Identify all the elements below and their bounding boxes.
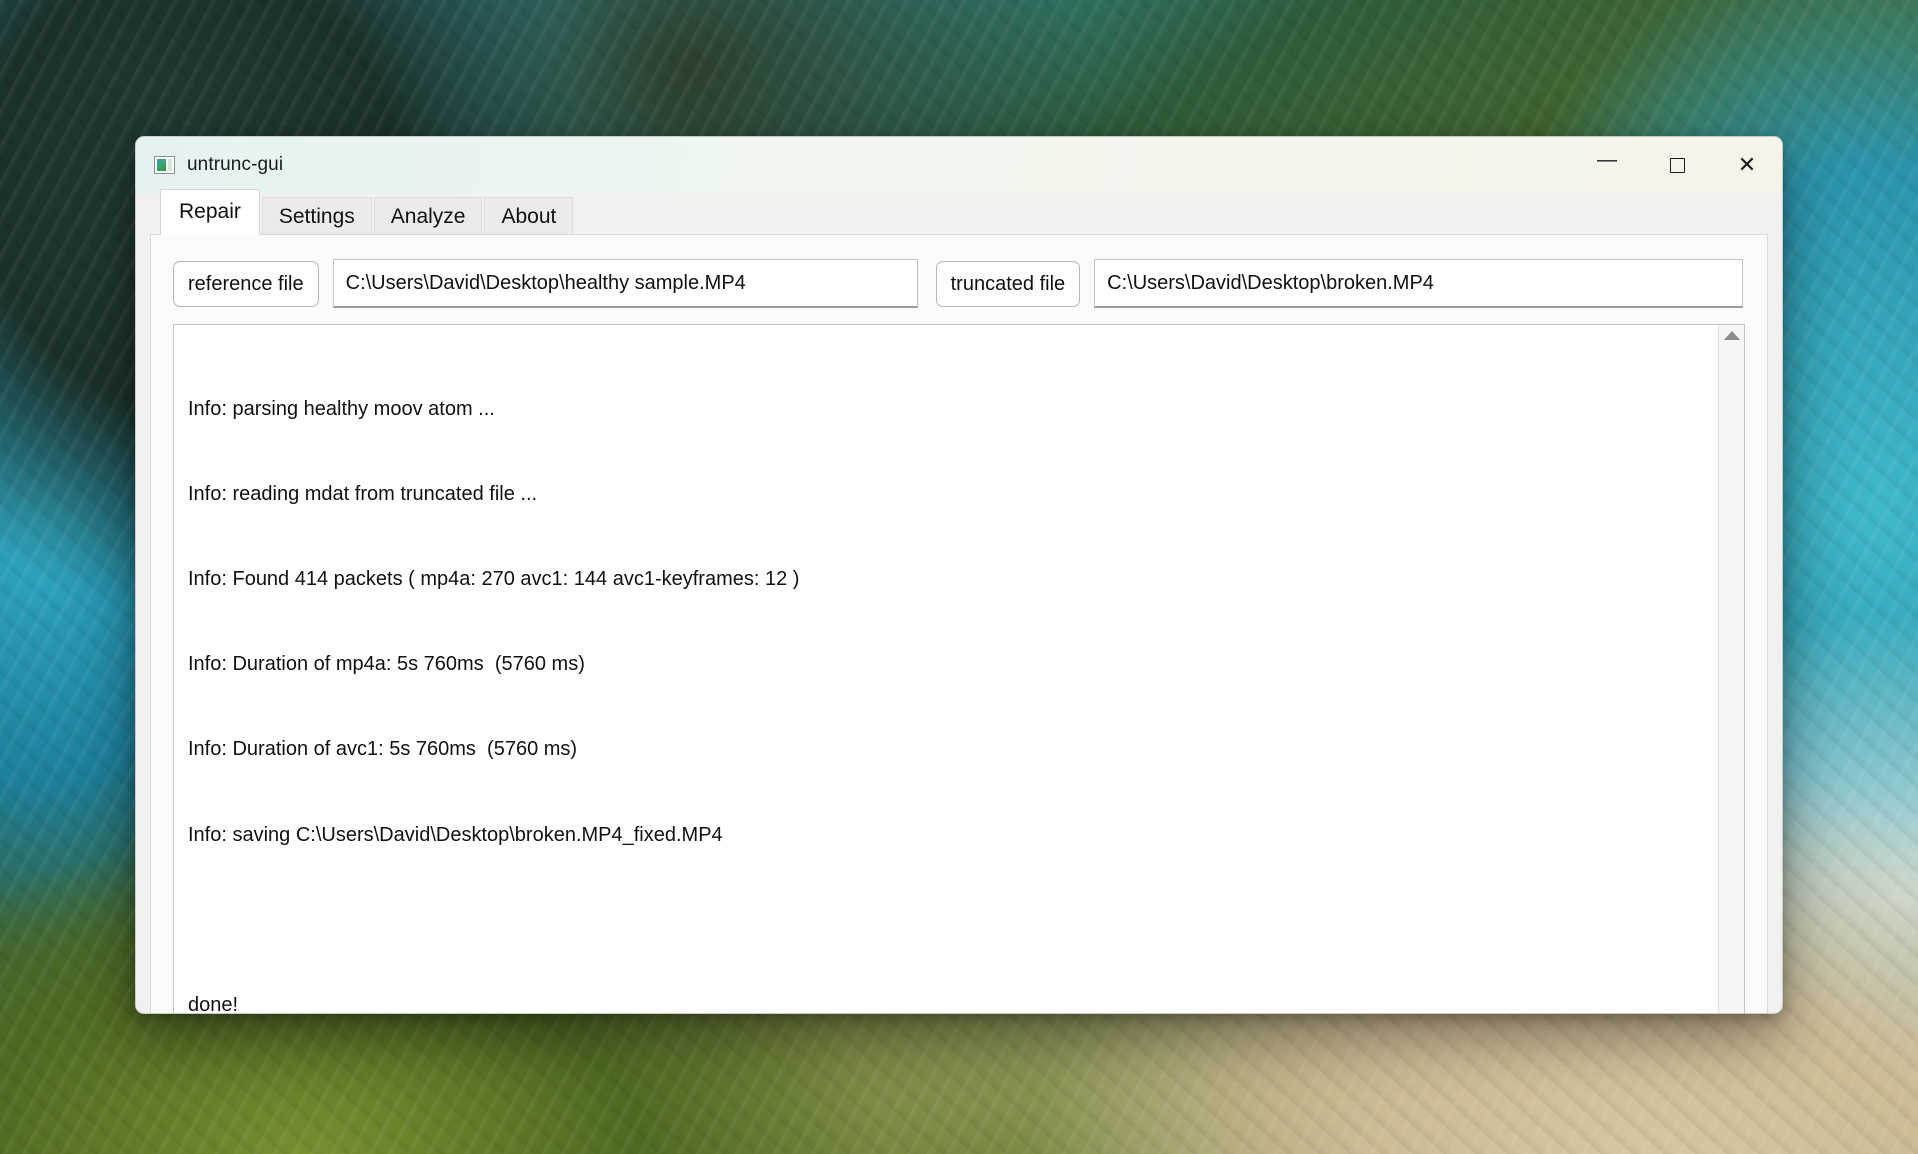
window-controls: — ✕	[1572, 137, 1782, 193]
log-text[interactable]: Info: parsing healthy moov atom ... Info…	[174, 325, 1718, 1014]
desktop-wallpaper: untrunc-gui — ✕ Repair	[0, 0, 1918, 1154]
application-window: untrunc-gui — ✕ Repair	[135, 136, 1783, 1014]
repair-tab-panel: reference file C:\Users\David\Desktop\he…	[150, 234, 1768, 1014]
reference-file-button[interactable]: reference file	[173, 261, 319, 307]
app-window-icon	[154, 156, 175, 174]
truncated-file-button[interactable]: truncated file	[936, 261, 1081, 307]
log-line: done!	[188, 991, 1704, 1014]
window-title: untrunc-gui	[187, 154, 283, 176]
truncated-file-path-input[interactable]: C:\Users\David\Desktop\broken.MP4	[1094, 259, 1743, 308]
scrollbar-track[interactable]	[1719, 340, 1744, 1014]
log-line: Info: Duration of mp4a: 5s 760ms (5760 m…	[188, 650, 1704, 678]
tab-analyze-label: Analyze	[391, 205, 466, 228]
tab-strip: Repair Settings Analyze About	[150, 193, 1768, 235]
tab-about-label: About	[501, 205, 556, 228]
tab-analyze[interactable]: Analyze	[374, 197, 483, 237]
log-line: Info: Found 414 packets ( mp4a: 270 avc1…	[188, 565, 1704, 593]
log-line-blank	[188, 906, 1704, 934]
reference-file-group: reference file C:\Users\David\Desktop\he…	[173, 259, 918, 308]
tab-repair[interactable]: Repair	[160, 189, 260, 235]
log-line: Info: Duration of avc1: 5s 760ms (5760 m…	[188, 735, 1704, 763]
log-scrollbar[interactable]	[1718, 325, 1744, 1014]
window-titlebar[interactable]: untrunc-gui — ✕	[136, 137, 1782, 193]
titlebar-left: untrunc-gui	[136, 154, 283, 176]
minimize-icon: —	[1597, 150, 1617, 170]
close-button[interactable]: ✕	[1712, 137, 1782, 193]
tab-about[interactable]: About	[484, 197, 573, 237]
maximize-button[interactable]	[1642, 137, 1712, 193]
log-line: Info: saving C:\Users\David\Desktop\brok…	[188, 821, 1704, 849]
close-icon: ✕	[1738, 154, 1756, 176]
log-line: Info: reading mdat from truncated file .…	[188, 480, 1704, 508]
log-line: Info: parsing healthy moov atom ...	[188, 395, 1704, 423]
window-client-area: Repair Settings Analyze About reference …	[136, 193, 1782, 1014]
tab-settings[interactable]: Settings	[262, 197, 372, 237]
file-selection-row: reference file C:\Users\David\Desktop\he…	[173, 259, 1745, 308]
reference-file-path-input[interactable]: C:\Users\David\Desktop\healthy sample.MP…	[333, 259, 918, 308]
minimize-button[interactable]: —	[1572, 137, 1642, 193]
log-output-area: Info: parsing healthy moov atom ... Info…	[173, 324, 1745, 1014]
tab-repair-label: Repair	[179, 200, 241, 223]
maximize-icon	[1670, 158, 1685, 173]
truncated-file-group: truncated file C:\Users\David\Desktop\br…	[936, 259, 1745, 308]
tab-settings-label: Settings	[279, 205, 355, 228]
scroll-up-arrow-icon[interactable]	[1724, 331, 1740, 340]
